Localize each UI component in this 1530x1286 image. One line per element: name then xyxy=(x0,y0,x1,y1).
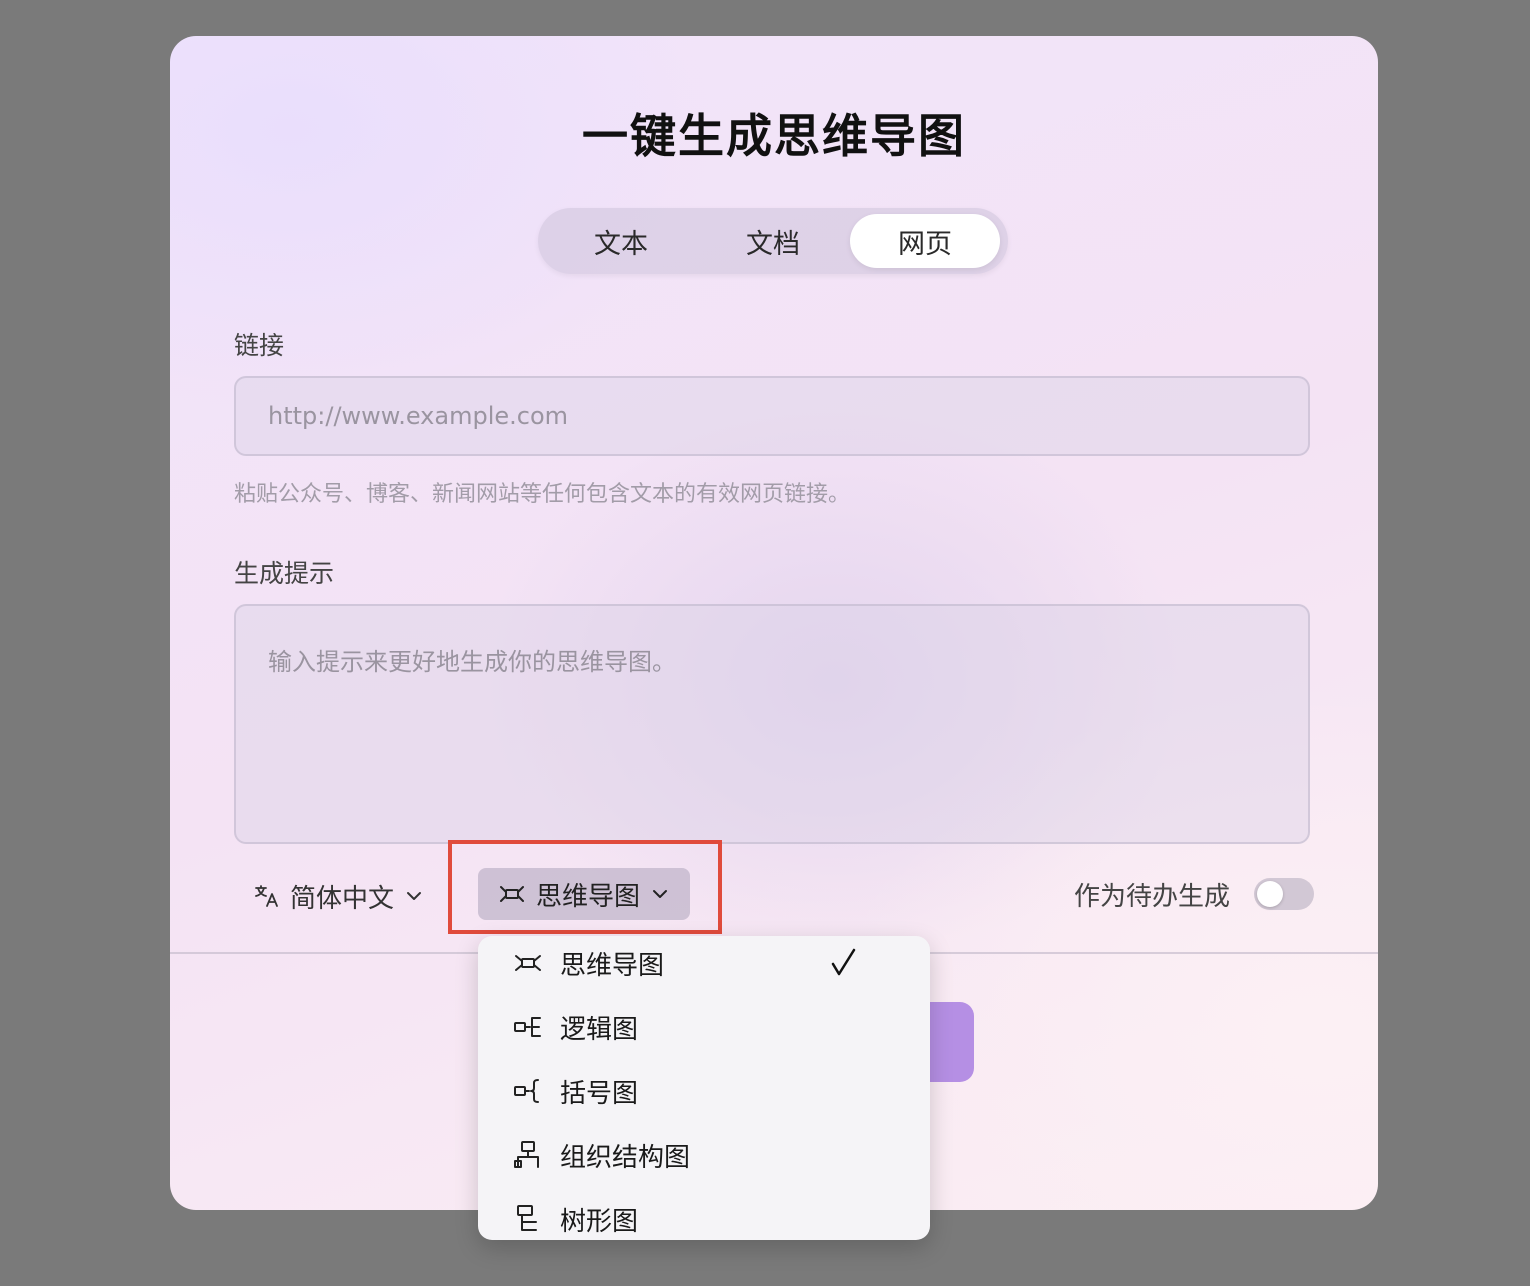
link-hint: 粘贴公众号、博客、新闻网站等任何包含文本的有效网页链接。 xyxy=(234,482,851,507)
language-value: 简体中文 xyxy=(290,883,395,914)
tab-text[interactable]: 文本 xyxy=(546,214,696,268)
todo-toggle[interactable] xyxy=(1254,878,1314,910)
tab-document[interactable]: 文档 xyxy=(698,214,848,268)
link-placeholder: http://www.example.com xyxy=(268,402,569,430)
mindmap-icon xyxy=(512,947,544,979)
brace-map-icon xyxy=(512,1075,544,1107)
source-type-tabs: 文本 文档 网页 xyxy=(538,208,1008,274)
checkmark-icon xyxy=(828,947,860,979)
tree-chart-icon xyxy=(512,1203,544,1235)
menu-item-logic-chart[interactable]: 逻辑图 xyxy=(478,995,930,1059)
prompt-label: 生成提示 xyxy=(234,559,335,588)
highlight-box xyxy=(448,840,722,934)
dialog-title: 一键生成思维导图 xyxy=(582,109,966,163)
link-input[interactable]: http://www.example.com xyxy=(234,376,1310,456)
chevron-down-icon xyxy=(404,886,424,906)
translate-icon xyxy=(254,883,280,909)
tab-webpage[interactable]: 网页 xyxy=(850,214,1000,268)
map-type-dropdown: 思维导图 逻辑图 括号图 组织结构图 树形图 xyxy=(478,936,930,1240)
prompt-placeholder: 输入提示来更好地生成你的思维导图。 xyxy=(268,648,676,676)
menu-item-label: 逻辑图 xyxy=(560,1014,639,1045)
menu-item-tree-chart[interactable]: 树形图 xyxy=(478,1187,930,1251)
menu-item-org-chart[interactable]: 组织结构图 xyxy=(478,1123,930,1187)
menu-item-label: 括号图 xyxy=(560,1078,639,1109)
todo-label: 作为待办生成 xyxy=(1074,882,1231,912)
menu-item-label: 组织结构图 xyxy=(560,1142,691,1173)
menu-item-brace-map[interactable]: 括号图 xyxy=(478,1059,930,1123)
org-chart-icon xyxy=(512,1139,544,1171)
toggle-knob xyxy=(1257,881,1283,907)
menu-item-label: 树形图 xyxy=(560,1206,639,1237)
menu-item-label: 思维导图 xyxy=(560,950,665,981)
link-label: 链接 xyxy=(234,331,285,360)
language-select[interactable]: 简体中文 xyxy=(254,876,424,916)
menu-item-mindmap[interactable]: 思维导图 xyxy=(478,931,930,995)
logic-chart-icon xyxy=(512,1011,544,1043)
prompt-textarea[interactable]: 输入提示来更好地生成你的思维导图。 xyxy=(234,604,1310,844)
